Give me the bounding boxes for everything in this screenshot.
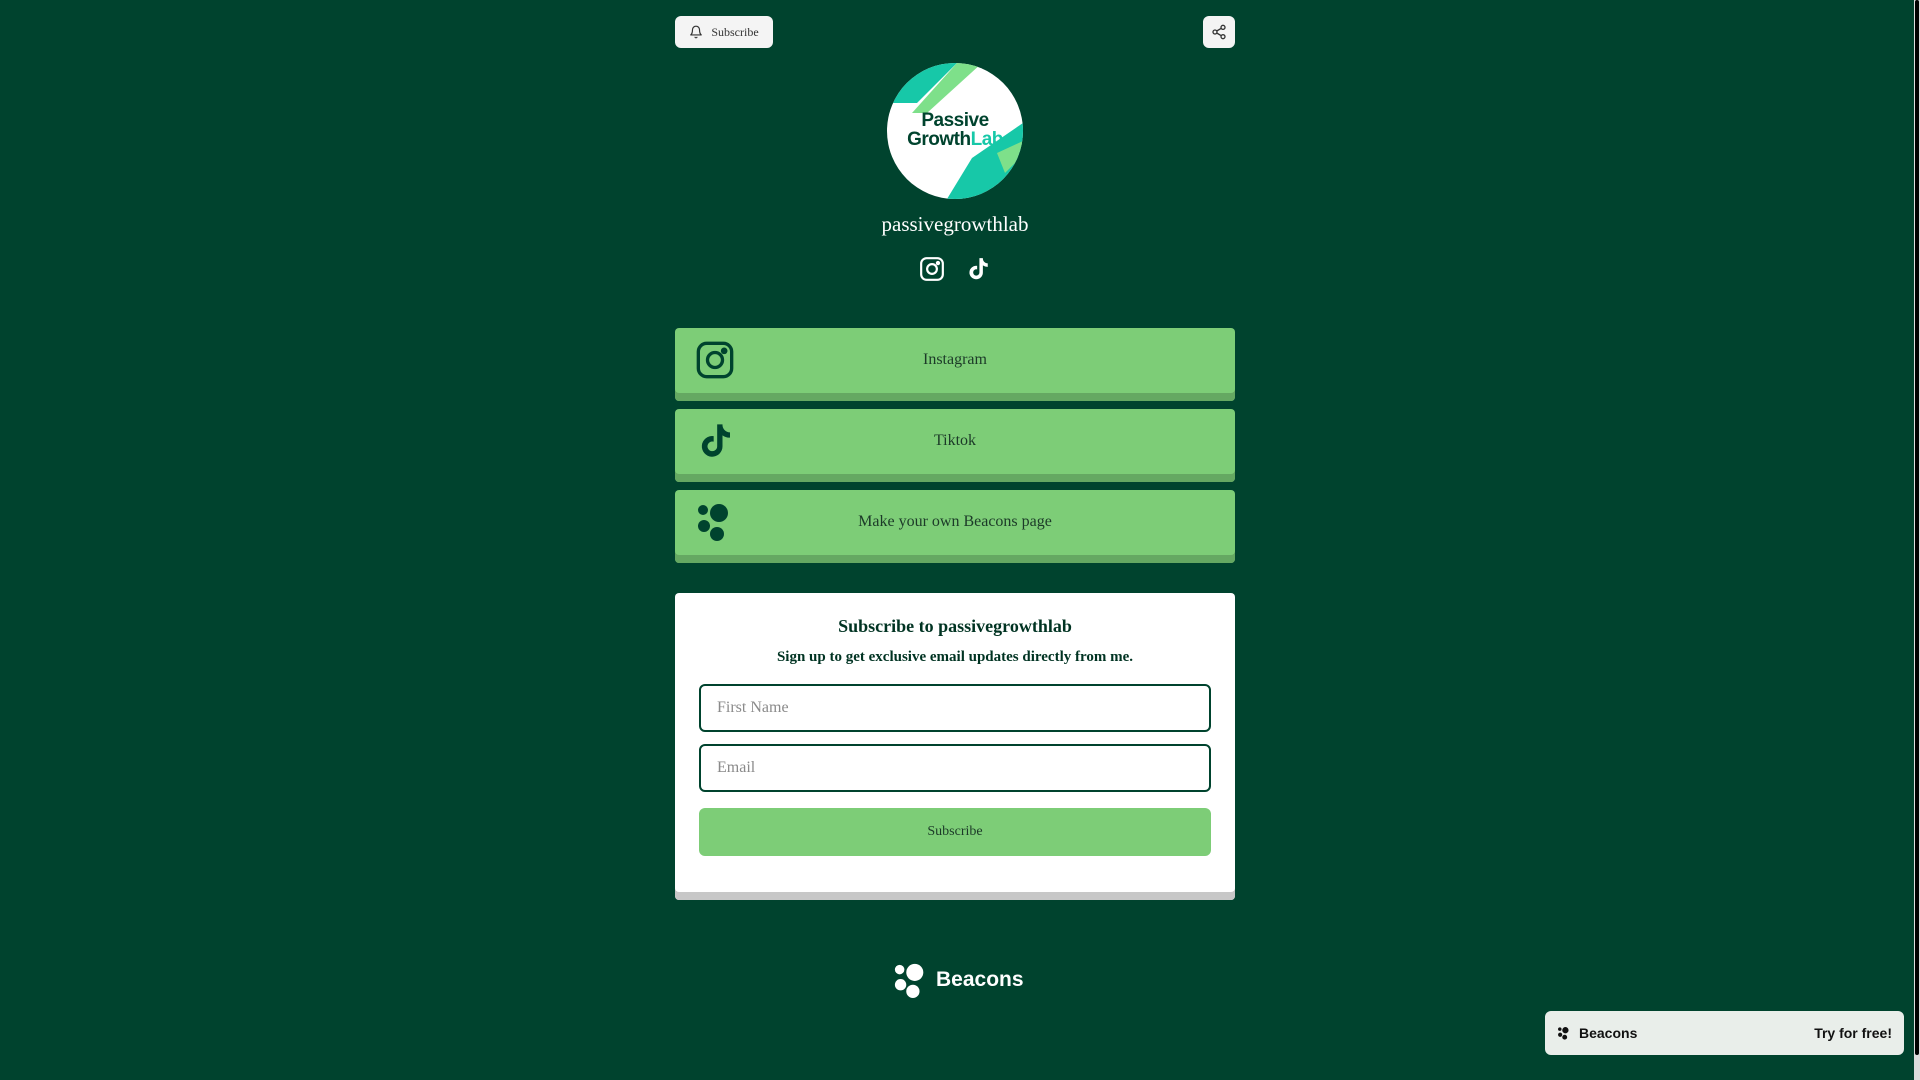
subscribe-submit-button[interactable]: Subscribe	[699, 808, 1211, 856]
beacons-icon	[1557, 1026, 1571, 1040]
profile-name: passivegrowthlab	[881, 212, 1029, 236]
avatar-logo-lab: Lab	[970, 129, 1004, 150]
tiktok-icon[interactable]	[965, 256, 991, 282]
avatar: Passive GrowthLab	[887, 63, 1023, 199]
page: Subscribe Passive GrowthLab passivegrowt…	[0, 0, 1920, 1080]
promo-brand-label: Beacons	[1579, 1025, 1638, 1041]
footer-brand-text: Beacons	[936, 968, 1024, 991]
footer-beacons-logo[interactable]: Beacons	[892, 962, 1024, 998]
scrollbar[interactable]	[1914, 0, 1920, 1080]
link-button-instagram[interactable]: Instagram	[675, 328, 1235, 401]
beacons-icon	[892, 962, 930, 998]
subscribe-card-subtitle: Sign up to get exclusive email updates d…	[776, 649, 1134, 665]
link-label: Instagram	[923, 351, 987, 368]
promo-banner[interactable]: Beacons Try for free!	[1545, 1011, 1904, 1055]
avatar-logo-line1: Passive	[921, 110, 989, 131]
share-button[interactable]	[1203, 16, 1235, 48]
header-subscribe-label: Subscribe	[711, 24, 759, 39]
avatar-logo-line2: GrowthLab	[887, 130, 1023, 149]
link-label: Tiktok	[933, 432, 977, 449]
link-button-beacons[interactable]: Make your own Beacons page	[675, 490, 1235, 563]
instagram-icon[interactable]	[919, 256, 945, 282]
subscribe-card-title: Subscribe to passivegrowthlab	[838, 616, 1072, 636]
promo-cta[interactable]: Try for free!	[1814, 1011, 1892, 1055]
link-button-tiktok[interactable]: Tiktok	[675, 409, 1235, 482]
subscribe-card: Subscribe to passivegrowthlab Sign up to…	[675, 593, 1235, 900]
link-label: Make your own Beacons page	[858, 513, 1052, 530]
promo-brand: Beacons	[1557, 1011, 1637, 1055]
first-name-field[interactable]	[699, 684, 1211, 732]
avatar-logo-growth: Growth	[907, 129, 971, 150]
share-icon	[1211, 24, 1227, 40]
scrollbar-thumb[interactable]	[1915, 0, 1919, 1055]
header-subscribe-button[interactable]: Subscribe	[675, 16, 773, 48]
email-field[interactable]	[699, 744, 1211, 792]
bell-icon	[689, 25, 703, 39]
top-bar: Subscribe	[675, 16, 1235, 48]
avatar-logo-text: Passive GrowthLab	[887, 111, 1023, 149]
social-icons	[675, 256, 1235, 282]
